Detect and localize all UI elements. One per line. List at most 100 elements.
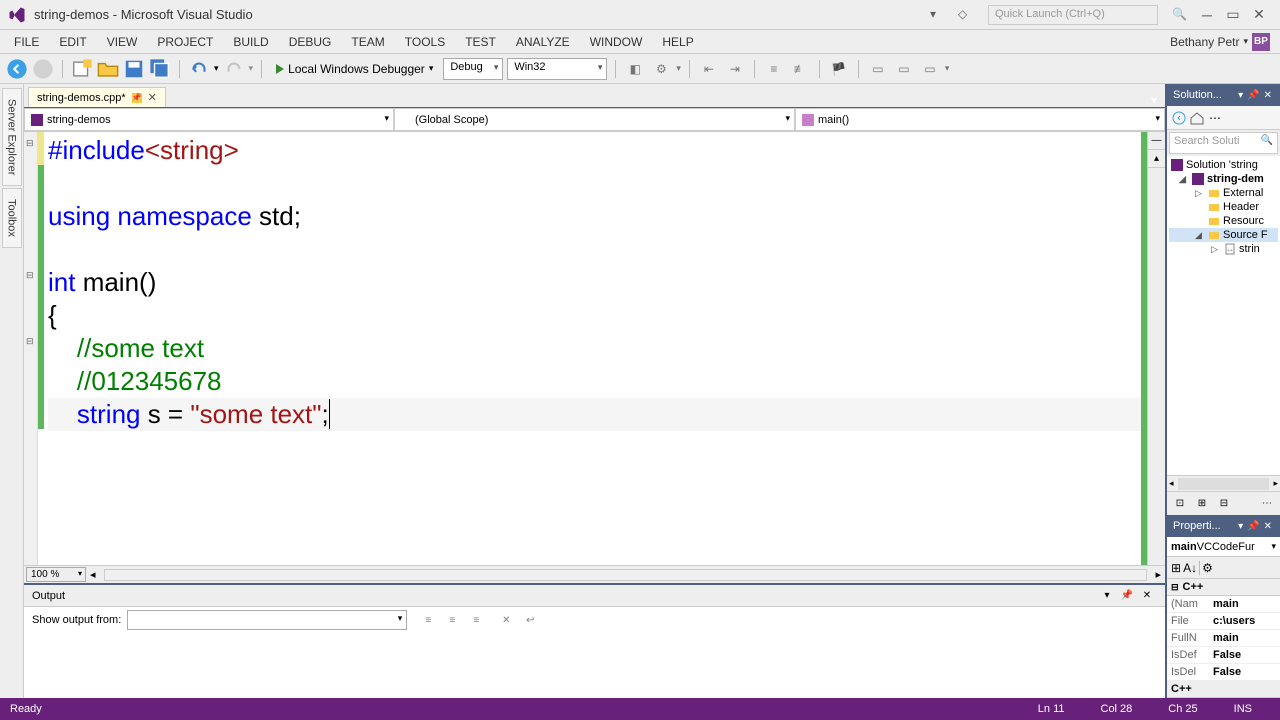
user-account[interactable]: Bethany Petr ▾ BP [1164,33,1276,51]
hscroll-right[interactable]: ▸ [1151,568,1165,581]
indent-button[interactable]: ⇥ [724,58,746,80]
toolbar-btn-2[interactable]: ⚙ [650,58,672,80]
nav-forward-button[interactable] [32,58,54,80]
toolbox-tab[interactable]: Toolbox [2,188,22,248]
solexp-search[interactable]: Search Soluti [1169,132,1278,154]
zoom-combo[interactable]: 100 % [26,567,86,582]
feedback-icon[interactable]: ◇ [958,7,974,23]
toolbar-btn-3[interactable]: ▭ [867,58,889,80]
fold-marker[interactable]: ⊟ [26,138,34,149]
horizontal-scrollbar[interactable] [104,569,1148,581]
scope-nav-combo[interactable]: (Global Scope) [394,108,795,131]
toolbar-btn-5[interactable]: ▭ [919,58,941,80]
tree-solution-node[interactable]: Solution 'string [1169,158,1278,172]
function-nav-combo[interactable]: main() [795,108,1165,131]
output-icon-1[interactable]: ≡ [419,611,437,629]
config-combo[interactable]: Debug [443,58,503,80]
tree-source-folder[interactable]: ◢ Source F [1169,228,1278,242]
menu-tools[interactable]: TOOLS [395,31,455,53]
menu-help[interactable]: HELP [652,31,703,53]
solexp-more-icon[interactable]: ⋯ [1207,110,1223,126]
property-row[interactable]: Filec:\users [1167,613,1280,630]
menu-window[interactable]: WINDOW [580,31,653,53]
menu-test[interactable]: TEST [455,31,506,53]
code-editor[interactable]: ⊟ ⊟ ⊟ #include<string> using namespace s… [24,132,1165,565]
code-text[interactable]: #include<string> using namespace std; in… [44,132,1141,565]
outdent-button[interactable]: ⇤ [698,58,720,80]
solexp-home-icon[interactable] [1189,110,1205,126]
solexp-close-button[interactable]: ✕ [1264,90,1272,101]
split-button[interactable]: — [1148,132,1165,150]
start-debugger-button[interactable]: Local Windows Debugger ▾ [270,60,439,78]
project-nav-combo[interactable]: string-demos [24,108,394,131]
tree-project-node[interactable]: ◢ string-dem [1169,172,1278,186]
file-tab[interactable]: string-demos.cpp* 📌 ✕ [28,87,166,107]
prop-category-cpp2[interactable]: C++ [1167,681,1280,698]
save-button[interactable] [123,58,145,80]
output-close-button[interactable]: ✕ [1139,588,1155,604]
minimize-button[interactable]: ─ [1196,4,1218,26]
solexp-hscroll[interactable]: ◂▸ [1167,475,1280,491]
tool-icon-3[interactable]: ⊟ [1215,495,1233,513]
menu-team[interactable]: TEAM [341,31,394,53]
output-clear-button[interactable]: ✕ [497,611,515,629]
tree-external-folder[interactable]: ▷ External [1169,186,1278,200]
output-source-combo[interactable] [127,610,407,630]
prop-category-cpp[interactable]: ⊟C++ [1167,579,1280,596]
properties-subheader[interactable]: main VCCodeFur ▾ [1167,537,1280,557]
open-file-button[interactable] [97,58,119,80]
hscroll-left[interactable]: ◂ [86,568,100,581]
prop-alpha-icon[interactable]: A↓ [1183,561,1197,575]
menu-view[interactable]: VIEW [97,31,148,53]
close-button[interactable]: ✕ [1248,4,1270,26]
prop-pages-icon[interactable]: ⚙ [1202,561,1213,575]
tab-pin-icon[interactable]: 📌 [132,93,142,103]
tab-close-button[interactable]: ✕ [148,91,157,104]
uncomment-button[interactable]: ≢ [789,58,811,80]
property-row[interactable]: IsDefFalse [1167,647,1280,664]
bookmark-button[interactable]: 🏴 [828,58,850,80]
solexp-pin-button[interactable]: 📌 [1247,90,1259,101]
scroll-up-button[interactable]: ▴ [1148,150,1165,168]
menu-analyze[interactable]: ANALYZE [506,31,580,53]
toolbar-btn-1[interactable]: ◧ [624,58,646,80]
search-icon[interactable]: 🔍 [1172,7,1188,23]
tool-icon-1[interactable]: ⊡ [1171,495,1189,513]
tool-icon-2[interactable]: ⊞ [1193,495,1211,513]
fold-gutter[interactable]: ⊟ ⊟ ⊟ [24,132,38,565]
property-row[interactable]: (Nammain [1167,596,1280,613]
fold-marker[interactable]: ⊟ [26,336,34,347]
output-pin-button[interactable]: 📌 [1119,588,1135,604]
server-explorer-tab[interactable]: Server Explorer [2,88,22,186]
property-row[interactable]: FullNmain [1167,630,1280,647]
save-all-button[interactable] [149,58,171,80]
menu-build[interactable]: BUILD [223,31,278,53]
undo-button[interactable] [188,58,210,80]
tree-file-node[interactable]: ▷ ++ strin [1169,242,1278,256]
tab-overflow-button[interactable]: ▾ [1143,93,1165,107]
maximize-button[interactable]: ▭ [1222,4,1244,26]
menu-edit[interactable]: EDIT [49,31,96,53]
tool-icon-4[interactable]: ⋯ [1258,495,1276,513]
output-dropdown-button[interactable]: ▾ [1099,588,1115,604]
fold-marker[interactable]: ⊟ [26,270,34,281]
prop-categorize-icon[interactable]: ⊞ [1171,561,1181,575]
tree-resource-folder[interactable]: Resourc [1169,214,1278,228]
comment-button[interactable]: ≡ [763,58,785,80]
output-icon-3[interactable]: ≡ [467,611,485,629]
menu-debug[interactable]: DEBUG [279,31,342,53]
toolbar-btn-4[interactable]: ▭ [893,58,915,80]
notifications-icon[interactable]: ▾ [930,7,946,23]
output-body[interactable] [24,633,1165,698]
output-wrap-button[interactable]: ↩ [521,611,539,629]
tree-header-folder[interactable]: Header [1169,200,1278,214]
platform-combo[interactable]: Win32 [507,58,607,80]
solexp-dropdown-button[interactable]: ▾ [1238,90,1243,101]
output-icon-2[interactable]: ≡ [443,611,461,629]
prop-close-button[interactable]: ✕ [1264,521,1272,532]
prop-pin-button[interactable]: 📌 [1247,521,1259,532]
property-row[interactable]: IsDelFalse [1167,664,1280,681]
prop-dropdown-button[interactable]: ▾ [1238,521,1243,532]
quick-launch-input[interactable]: Quick Launch (Ctrl+Q) [988,5,1158,25]
new-project-button[interactable] [71,58,93,80]
